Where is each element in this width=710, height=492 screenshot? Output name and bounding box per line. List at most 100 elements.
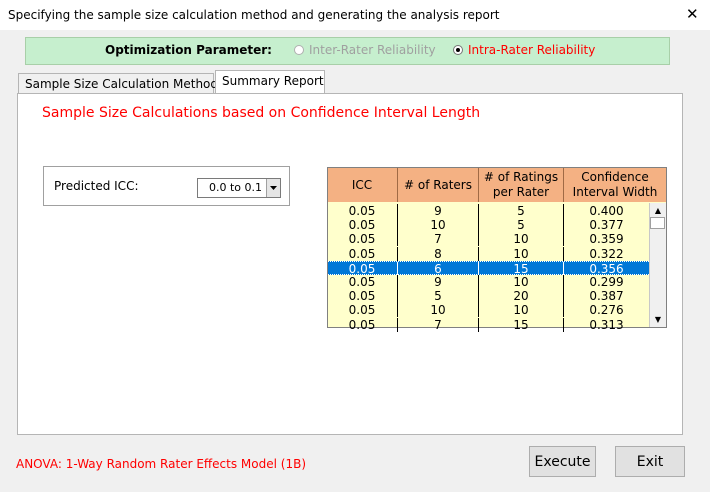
column-header-line: ICC xyxy=(351,177,373,192)
exit-button[interactable]: Exit xyxy=(615,446,685,477)
table-cell: 0.05 xyxy=(348,232,376,247)
cell-divider xyxy=(478,246,479,261)
column-header-line: Confidence xyxy=(581,170,649,184)
table-cell: 0.313 xyxy=(589,317,624,332)
column-header-width: Confidence Interval Width xyxy=(564,168,666,202)
cell-divider xyxy=(563,303,564,318)
cell-divider xyxy=(478,275,479,289)
scrollbar-thumb[interactable] xyxy=(650,217,665,229)
cell-divider xyxy=(397,289,398,304)
table-cell: 10 xyxy=(513,246,529,261)
table-cell: 20 xyxy=(513,289,529,304)
cell-divider xyxy=(563,204,564,218)
column-header-line: Interval Width xyxy=(572,185,658,199)
table-cell: 0.400 xyxy=(589,204,624,218)
column-header-line: # of Ratings xyxy=(483,170,559,184)
table-cell: 7 xyxy=(434,232,442,247)
model-label: ANOVA: 1-Way Random Rater Effects Model … xyxy=(16,457,306,471)
table-cell: 10 xyxy=(513,303,529,318)
cell-divider xyxy=(563,246,564,261)
table-cell: 0.05 xyxy=(348,246,376,261)
cell-divider xyxy=(478,317,479,332)
table-cell: 0.359 xyxy=(589,232,624,247)
table-row[interactable]: 0.05 10 10 0.276 xyxy=(328,303,649,318)
cell-divider xyxy=(397,232,398,247)
table-cell: 10 xyxy=(430,303,446,318)
table-cell: 10 xyxy=(430,218,446,233)
cell-divider xyxy=(478,289,479,304)
table-cell: 0.276 xyxy=(589,303,624,318)
table-row[interactable]: 0.05 10 5 0.377 xyxy=(328,218,649,233)
tab-sample-size-method[interactable]: Sample Size Calculation Method xyxy=(18,73,218,93)
cell-divider xyxy=(478,232,479,247)
close-icon[interactable]: ✕ xyxy=(686,5,699,23)
cell-divider xyxy=(478,303,479,318)
dropdown-button[interactable] xyxy=(266,179,280,197)
table-cell: 0.299 xyxy=(589,275,624,289)
table-cell: 0.05 xyxy=(348,289,376,304)
report-heading: Sample Size Calculations based on Confid… xyxy=(42,105,481,121)
cell-divider xyxy=(563,218,564,233)
table-cell: 0.05 xyxy=(348,204,376,218)
cell-divider xyxy=(397,303,398,318)
table-row[interactable]: 0.05 9 5 0.400 xyxy=(328,204,649,218)
table-cell: 0.05 xyxy=(348,275,376,289)
cell-divider xyxy=(563,261,564,276)
intra-rater-radio[interactable] xyxy=(453,45,463,55)
table-cell: 0.387 xyxy=(589,289,624,304)
table-cell: 7 xyxy=(434,317,442,332)
column-header-raters: # of Raters xyxy=(398,168,478,202)
table-row[interactable]: 0.05 8 10 0.322 xyxy=(328,246,649,261)
table-cell: 15 xyxy=(513,317,529,332)
table-cell: 0.322 xyxy=(589,246,624,261)
window-title: Specifying the sample size calculation m… xyxy=(8,8,500,22)
table-cell: 5 xyxy=(517,218,525,233)
cell-divider xyxy=(478,204,479,218)
table-cell: 0.05 xyxy=(348,261,376,276)
execute-button[interactable]: Execute xyxy=(529,446,596,477)
cell-divider xyxy=(397,204,398,218)
table-cell: 9 xyxy=(434,204,442,218)
table-cell: 0.377 xyxy=(589,218,624,233)
table-cell: 10 xyxy=(513,232,529,247)
table-cell: 15 xyxy=(513,261,529,276)
table-cell: 5 xyxy=(517,204,525,218)
scroll-up-icon[interactable]: ▲ xyxy=(650,203,666,218)
cell-divider xyxy=(563,232,564,247)
table-cell: 5 xyxy=(434,289,442,304)
cell-divider xyxy=(563,317,564,332)
predicted-icc-label: Predicted ICC: xyxy=(54,179,139,193)
table-row[interactable]: 0.05 7 10 0.359 xyxy=(328,232,649,247)
table-cell: 0.05 xyxy=(348,303,376,318)
cell-divider xyxy=(563,275,564,289)
cell-divider xyxy=(397,261,398,276)
cell-divider xyxy=(478,218,479,233)
cell-divider xyxy=(397,275,398,289)
intra-rater-label[interactable]: Intra-Rater Reliability xyxy=(468,43,595,57)
column-header-icc: ICC xyxy=(328,168,396,202)
table-row-selected[interactable]: 0.05 6 15 0.356 xyxy=(328,260,649,276)
table-cell: 8 xyxy=(434,246,442,261)
inter-rater-label[interactable]: Inter-Rater Reliability xyxy=(309,43,436,57)
table-cell: 0.356 xyxy=(589,261,624,276)
cell-divider xyxy=(478,261,479,276)
table-cell: 9 xyxy=(434,275,442,289)
table-row[interactable]: 0.05 9 10 0.299 xyxy=(328,275,649,289)
cell-divider xyxy=(397,317,398,332)
cell-divider xyxy=(397,246,398,261)
table-cell: 6 xyxy=(434,261,442,276)
optimization-label: Optimization Parameter: xyxy=(105,43,272,57)
table-cell: 0.05 xyxy=(348,218,376,233)
inter-rater-radio[interactable] xyxy=(294,45,304,55)
table-row[interactable]: 0.05 5 20 0.387 xyxy=(328,289,649,304)
table-row[interactable]: 0.05 7 15 0.313 xyxy=(328,317,649,332)
scroll-down-icon[interactable]: ▼ xyxy=(650,312,666,327)
column-header-ratings: # of Ratings per Rater xyxy=(479,168,563,202)
column-header-line: # of Raters xyxy=(404,177,472,192)
table-cell: 10 xyxy=(513,275,529,289)
column-header-line: per Rater xyxy=(492,185,550,199)
cell-divider xyxy=(563,289,564,304)
chevron-down-icon xyxy=(270,186,277,190)
predicted-icc-value[interactable]: 0.0 to 0.1 xyxy=(209,181,262,194)
tab-summary-report[interactable]: Summary Report xyxy=(215,70,325,94)
